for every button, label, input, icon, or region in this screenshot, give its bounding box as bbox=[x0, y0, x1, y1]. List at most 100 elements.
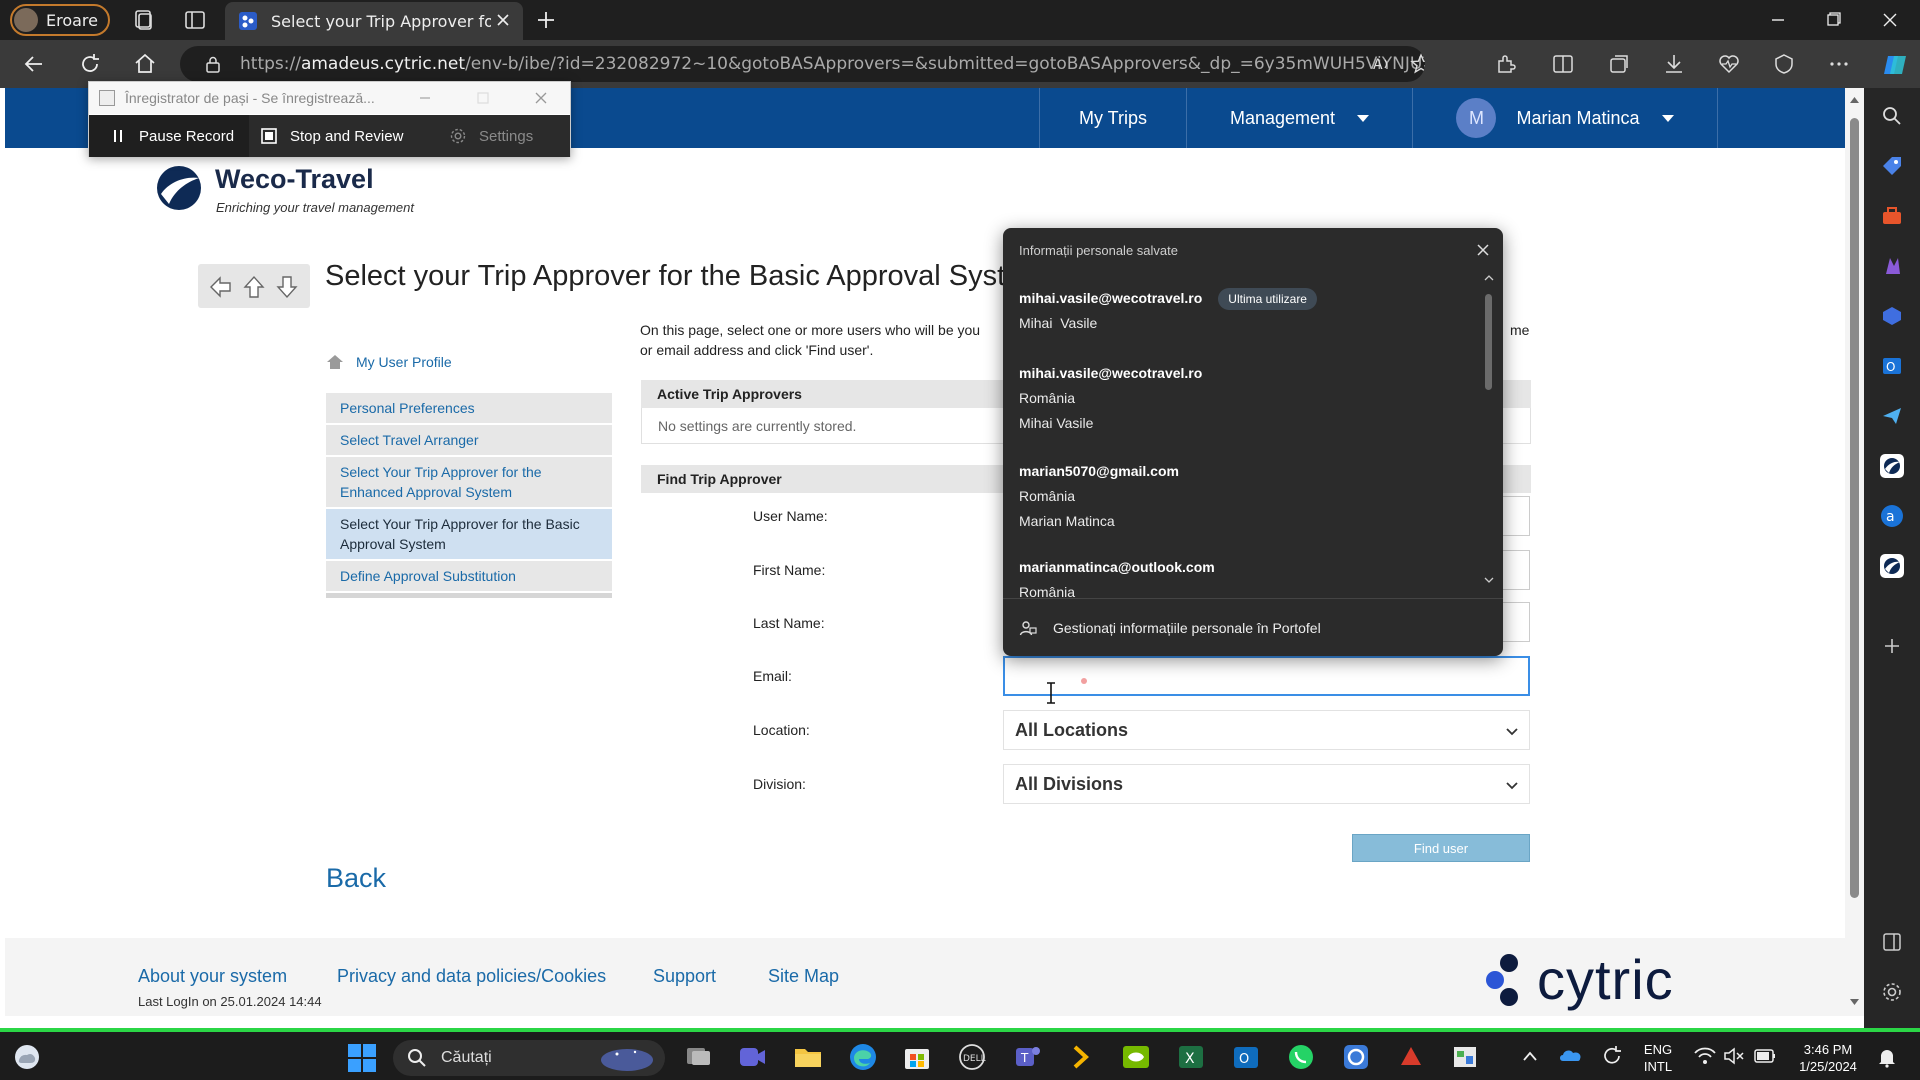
nav-my-trips[interactable]: My Trips bbox=[1039, 88, 1186, 148]
profile-button[interactable]: Eroare bbox=[10, 4, 110, 36]
games-icon[interactable] bbox=[1880, 254, 1904, 278]
autofill-scrollbar[interactable] bbox=[1483, 270, 1495, 586]
microsoft-store-icon[interactable] bbox=[902, 1042, 932, 1072]
microsoft-365-icon[interactable] bbox=[1880, 304, 1904, 328]
weco-shortcut-icon[interactable] bbox=[1880, 454, 1904, 478]
manage-wallet-link[interactable]: Gestionați informațiile personale în Por… bbox=[1003, 598, 1503, 656]
arrow-left-icon[interactable] bbox=[208, 274, 234, 300]
autofill-entry[interactable]: mihai.vasile@wecotravel.ro Ultima utiliza… bbox=[1019, 286, 1459, 336]
onedrive-icon[interactable] bbox=[1559, 1046, 1583, 1064]
nvidia-icon[interactable] bbox=[1121, 1042, 1151, 1072]
refresh-icon[interactable] bbox=[78, 52, 102, 76]
pause-record-button[interactable]: Pause Record bbox=[89, 115, 249, 157]
nav-management[interactable]: Management bbox=[1186, 88, 1412, 148]
amazon-shortcut-icon[interactable]: a bbox=[1880, 504, 1904, 528]
autofill-entry[interactable]: marian5070@gmail.com România Marian Mati… bbox=[1019, 459, 1459, 534]
email-input[interactable] bbox=[1003, 656, 1530, 696]
page-scrollbar[interactable] bbox=[1845, 88, 1864, 1016]
red-app-icon[interactable] bbox=[1396, 1042, 1426, 1072]
footer-support-link[interactable]: Support bbox=[653, 966, 716, 987]
footer-privacy-link[interactable]: Privacy and data policies/Cookies bbox=[337, 966, 606, 987]
scroll-up-icon[interactable] bbox=[1849, 96, 1860, 104]
back-arrow-icon[interactable] bbox=[22, 52, 46, 76]
downloads-icon[interactable] bbox=[1662, 52, 1686, 76]
whatsapp-icon[interactable] bbox=[1286, 1042, 1316, 1072]
search-icon[interactable] bbox=[1880, 104, 1904, 128]
maximize-icon[interactable] bbox=[475, 90, 491, 106]
gear-icon[interactable] bbox=[1880, 980, 1904, 1004]
weather-icon[interactable] bbox=[12, 1042, 42, 1072]
home-icon[interactable] bbox=[133, 52, 157, 76]
battery-icon[interactable] bbox=[1753, 1047, 1777, 1065]
close-window-icon[interactable] bbox=[1870, 6, 1910, 34]
tools-icon[interactable] bbox=[1880, 204, 1904, 228]
more-options-icon[interactable] bbox=[1827, 52, 1851, 76]
dell-icon[interactable]: DELL bbox=[957, 1042, 987, 1072]
lock-icon[interactable] bbox=[204, 55, 222, 73]
shopping-tag-icon[interactable] bbox=[1880, 154, 1904, 178]
split-screen-icon[interactable] bbox=[1551, 52, 1575, 76]
menu-item-approval-substitution[interactable]: Define Approval Substitution bbox=[326, 561, 612, 593]
show-hidden-icons-icon[interactable] bbox=[1522, 1050, 1538, 1062]
menu-item-enhanced-approver[interactable]: Select Your Trip Approver for the Enhanc… bbox=[326, 457, 612, 509]
add-icon[interactable] bbox=[1880, 634, 1904, 658]
sync-icon[interactable] bbox=[1601, 1045, 1623, 1067]
windows-start-icon[interactable] bbox=[346, 1042, 378, 1074]
restore-window-icon[interactable] bbox=[1813, 6, 1853, 34]
nav-user-menu[interactable]: M Marian Matinca bbox=[1412, 88, 1718, 148]
close-tab-icon[interactable] bbox=[495, 12, 511, 28]
stop-and-review-button[interactable]: Stop and Review bbox=[260, 115, 403, 157]
browser-essentials-icon[interactable] bbox=[1717, 52, 1741, 76]
extensions-icon[interactable] bbox=[1494, 52, 1518, 76]
back-link[interactable]: Back bbox=[326, 863, 386, 894]
close-icon[interactable] bbox=[1475, 242, 1491, 258]
read-aloud-icon[interactable]: A bbox=[1372, 54, 1392, 74]
scrollbar-thumb[interactable] bbox=[1850, 118, 1859, 898]
task-view-icon[interactable] bbox=[683, 1042, 713, 1072]
menu-item-personal-preferences[interactable]: Personal Preferences bbox=[326, 393, 612, 425]
chevron-app-icon[interactable] bbox=[1066, 1042, 1096, 1072]
division-select[interactable]: All Divisions bbox=[1003, 764, 1530, 804]
workspaces-icon[interactable] bbox=[131, 8, 155, 32]
minimize-window-icon[interactable] bbox=[1758, 6, 1798, 34]
outlook-icon[interactable]: O bbox=[1231, 1042, 1261, 1072]
wifi-icon[interactable] bbox=[1694, 1046, 1716, 1066]
chevron-down-icon[interactable] bbox=[1484, 576, 1494, 584]
autofill-entry[interactable]: mihai.vasile@wecotravel.ro România Mihai… bbox=[1019, 361, 1459, 436]
collections-icon[interactable] bbox=[1607, 52, 1631, 76]
hide-sidebar-icon[interactable] bbox=[1880, 930, 1904, 954]
weco-shortcut-icon[interactable] bbox=[1880, 554, 1904, 578]
my-user-profile-link[interactable]: My User Profile bbox=[326, 353, 452, 371]
steps-recorder-taskbar-icon[interactable] bbox=[1450, 1042, 1480, 1072]
teams-icon[interactable]: T bbox=[1012, 1042, 1042, 1072]
notifications-bell-icon[interactable] bbox=[1876, 1046, 1898, 1068]
clock[interactable]: 3:46 PM 1/25/2024 bbox=[1788, 1041, 1868, 1075]
favorite-star-icon[interactable] bbox=[1410, 53, 1425, 75]
active-tab[interactable]: Select your Trip Approver for the bbox=[225, 2, 523, 40]
autofill-scrollbar-thumb[interactable] bbox=[1485, 294, 1492, 390]
send-icon[interactable] bbox=[1880, 404, 1904, 428]
tab-actions-icon[interactable] bbox=[183, 8, 207, 32]
chevron-up-icon[interactable] bbox=[1484, 274, 1494, 282]
footer-sitemap-link[interactable]: Site Map bbox=[768, 966, 839, 987]
recorder-settings-button[interactable]: Settings bbox=[449, 115, 533, 157]
taskbar-search[interactable]: Căutați bbox=[393, 1040, 665, 1076]
minimize-icon[interactable] bbox=[417, 90, 433, 106]
outlook-icon[interactable]: O bbox=[1880, 354, 1904, 378]
footer-about-link[interactable]: About your system bbox=[138, 966, 287, 987]
excel-icon[interactable]: X bbox=[1176, 1042, 1206, 1072]
close-icon[interactable] bbox=[533, 90, 549, 106]
file-explorer-icon[interactable] bbox=[793, 1042, 823, 1072]
speaker-muted-icon[interactable] bbox=[1723, 1046, 1745, 1066]
menu-item-basic-approver[interactable]: Select Your Trip Approver for the Basic … bbox=[326, 509, 612, 561]
circle-app-icon[interactable] bbox=[1341, 1042, 1371, 1072]
arrow-up-icon[interactable] bbox=[241, 274, 267, 300]
language-indicator[interactable]: ENG INTL bbox=[1640, 1041, 1676, 1075]
find-user-button[interactable]: Find user bbox=[1352, 834, 1530, 862]
new-tab-icon[interactable] bbox=[534, 8, 558, 32]
menu-item-travel-arranger[interactable]: Select Travel Arranger bbox=[326, 425, 612, 457]
location-select[interactable]: All Locations bbox=[1003, 710, 1530, 750]
address-bar[interactable]: https://amadeus.cytric.net/env-b/ibe/?id… bbox=[180, 46, 1425, 82]
teams-meet-icon[interactable] bbox=[737, 1042, 767, 1072]
arrow-down-icon[interactable] bbox=[274, 274, 300, 300]
